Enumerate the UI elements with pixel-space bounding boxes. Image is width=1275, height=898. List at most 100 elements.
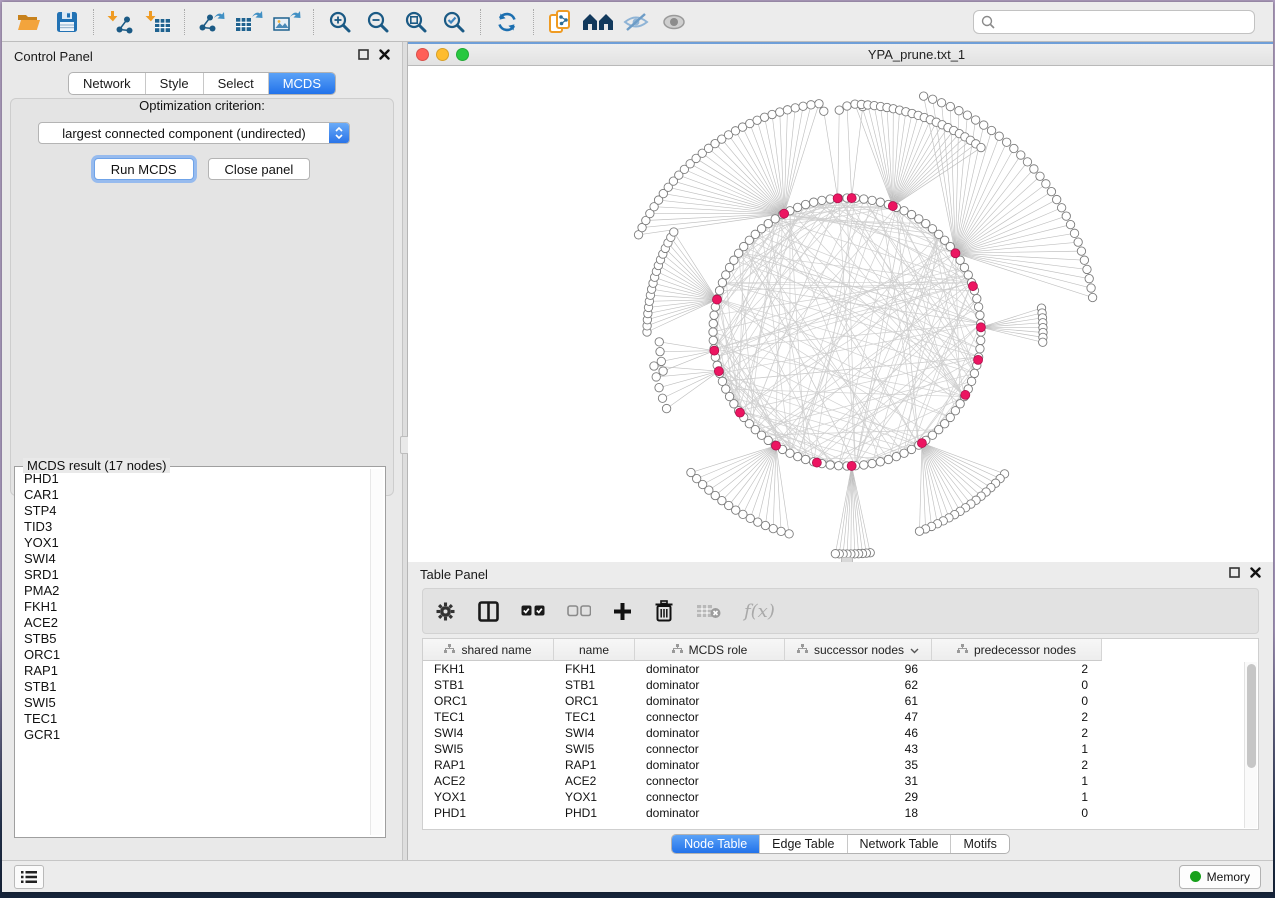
network-window: YPA_prune.txt_1 [408, 42, 1273, 562]
mcds-result-item[interactable]: TID3 [24, 519, 369, 535]
column-header-MCDS-role[interactable]: MCDS role [635, 639, 785, 661]
column-label: name [579, 643, 609, 657]
mcds-result-item[interactable]: FKH1 [24, 599, 369, 615]
import-table-icon[interactable] [142, 7, 174, 37]
mcds-result-list: PHD1CAR1STP4TID3YOX1SWI4SRD1PMA2FKH1ACE2… [17, 471, 369, 835]
table-tab-network-table[interactable]: Network Table [847, 835, 951, 853]
table-tab-node-table[interactable]: Node Table [672, 835, 759, 853]
criterion-dropdown[interactable]: largest connected component (undirected) [38, 122, 350, 144]
export-network-icon[interactable] [195, 7, 227, 37]
mcds-result-item[interactable]: PHD1 [24, 471, 369, 487]
first-neighbors-icon[interactable] [582, 7, 614, 37]
table-row[interactable]: SWI4SWI4dominator462 [423, 725, 1258, 741]
column-header-shared-name[interactable]: shared name [423, 639, 554, 661]
table-scrollbar-thumb[interactable] [1247, 664, 1256, 768]
network-window-title: YPA_prune.txt_1 [868, 47, 965, 62]
table-row[interactable]: PHD1PHD1dominator180 [423, 805, 1258, 821]
table-row[interactable]: ORC1ORC1dominator610 [423, 693, 1258, 709]
cell-name: SWI4 [554, 726, 635, 740]
table-row[interactable]: YOX1YOX1connector291 [423, 789, 1258, 805]
column-label: predecessor nodes [974, 643, 1076, 657]
tab-network[interactable]: Network [69, 73, 145, 94]
criterion-label: Optimization criterion: [2, 98, 402, 113]
mcds-result-item[interactable]: GCR1 [24, 727, 369, 743]
criterion-value: largest connected component (undirected) [39, 126, 329, 141]
float-panel-icon[interactable] [1229, 565, 1240, 583]
mcds-result-item[interactable]: SRD1 [24, 567, 369, 583]
table-row[interactable]: ACE2ACE2connector311 [423, 773, 1258, 789]
cell-MCDS-role: dominator [635, 678, 785, 692]
table-row[interactable]: TEC1TEC1connector472 [423, 709, 1258, 725]
show-all-icon[interactable] [658, 7, 690, 37]
cell-predecessor-nodes: 0 [932, 694, 1102, 708]
save-session-icon[interactable] [51, 7, 83, 37]
task-history-button[interactable] [14, 865, 44, 889]
cell-shared-name: SWI5 [423, 742, 554, 756]
mcds-result-item[interactable]: ORC1 [24, 647, 369, 663]
cell-successor-nodes: 61 [785, 694, 932, 708]
clone-network-icon[interactable] [544, 7, 576, 37]
close-panel-icon[interactable] [379, 47, 390, 65]
memory-button[interactable]: Memory [1179, 865, 1261, 889]
column-label: MCDS role [689, 643, 748, 657]
run-mcds-button[interactable]: Run MCDS [94, 158, 194, 180]
zoom-fit-icon[interactable] [400, 7, 432, 37]
close-panel-button[interactable]: Close panel [208, 158, 311, 180]
mcds-result-item[interactable]: TEC1 [24, 711, 369, 727]
zoom-in-icon[interactable] [324, 7, 356, 37]
maximize-window-button[interactable] [456, 48, 469, 61]
table-row[interactable]: STB1STB1dominator620 [423, 677, 1258, 693]
mcds-result-item[interactable]: RAP1 [24, 663, 369, 679]
float-panel-icon[interactable] [358, 47, 369, 65]
table-tab-edge-table[interactable]: Edge Table [759, 835, 846, 853]
table-row[interactable]: SWI5SWI5connector431 [423, 741, 1258, 757]
network-graph[interactable] [408, 66, 1273, 564]
zoom-selected-icon[interactable] [438, 7, 470, 37]
column-header-name[interactable]: name [554, 639, 635, 661]
mcds-result-item[interactable]: SWI4 [24, 551, 369, 567]
mcds-result-item[interactable]: ACE2 [24, 615, 369, 631]
tab-mcds[interactable]: MCDS [268, 73, 335, 94]
show-columns-icon[interactable] [478, 601, 499, 622]
mcds-result-item[interactable]: SWI5 [24, 695, 369, 711]
cell-successor-nodes: 31 [785, 774, 932, 788]
delete-row-icon[interactable] [654, 600, 674, 622]
open-file-icon[interactable] [13, 7, 45, 37]
refresh-layout-icon[interactable] [491, 7, 523, 37]
add-row-icon[interactable] [613, 602, 632, 621]
table-tab-motifs[interactable]: Motifs [950, 835, 1008, 853]
select-all-icon[interactable] [521, 605, 545, 617]
cell-predecessor-nodes: 2 [932, 662, 1102, 676]
mcds-result-item[interactable]: STB1 [24, 679, 369, 695]
network-canvas[interactable] [408, 66, 1273, 564]
mcds-result-item[interactable]: STB5 [24, 631, 369, 647]
mcds-result-scrollbar[interactable] [370, 469, 383, 835]
cell-predecessor-nodes: 1 [932, 742, 1102, 756]
export-image-icon[interactable] [271, 7, 303, 37]
table-settings-icon[interactable] [435, 601, 456, 622]
mcds-result-item[interactable]: STP4 [24, 503, 369, 519]
mcds-result-item[interactable]: PMA2 [24, 583, 369, 599]
mcds-result-item[interactable]: CAR1 [24, 487, 369, 503]
close-window-button[interactable] [416, 48, 429, 61]
cell-shared-name: ORC1 [423, 694, 554, 708]
column-header-successor-nodes[interactable]: successor nodes [785, 639, 932, 661]
tab-style[interactable]: Style [145, 73, 203, 94]
column-header-predecessor-nodes[interactable]: predecessor nodes [932, 639, 1102, 661]
deselect-all-icon[interactable] [567, 605, 591, 617]
export-table-icon[interactable] [233, 7, 265, 37]
table-row[interactable]: FKH1FKH1dominator962 [423, 661, 1258, 677]
mcds-result-item[interactable]: YOX1 [24, 535, 369, 551]
hide-selected-icon[interactable] [620, 7, 652, 37]
search-input[interactable] [1000, 15, 1247, 29]
search-box [973, 10, 1255, 34]
table-scrollbar[interactable] [1244, 662, 1257, 828]
table-row[interactable]: RAP1RAP1dominator352 [423, 757, 1258, 773]
cell-name: STB1 [554, 678, 635, 692]
cell-successor-nodes: 96 [785, 662, 932, 676]
tab-select[interactable]: Select [203, 73, 268, 94]
zoom-out-icon[interactable] [362, 7, 394, 37]
import-network-icon[interactable] [104, 7, 136, 37]
close-panel-icon[interactable] [1250, 565, 1261, 583]
minimize-window-button[interactable] [436, 48, 449, 61]
